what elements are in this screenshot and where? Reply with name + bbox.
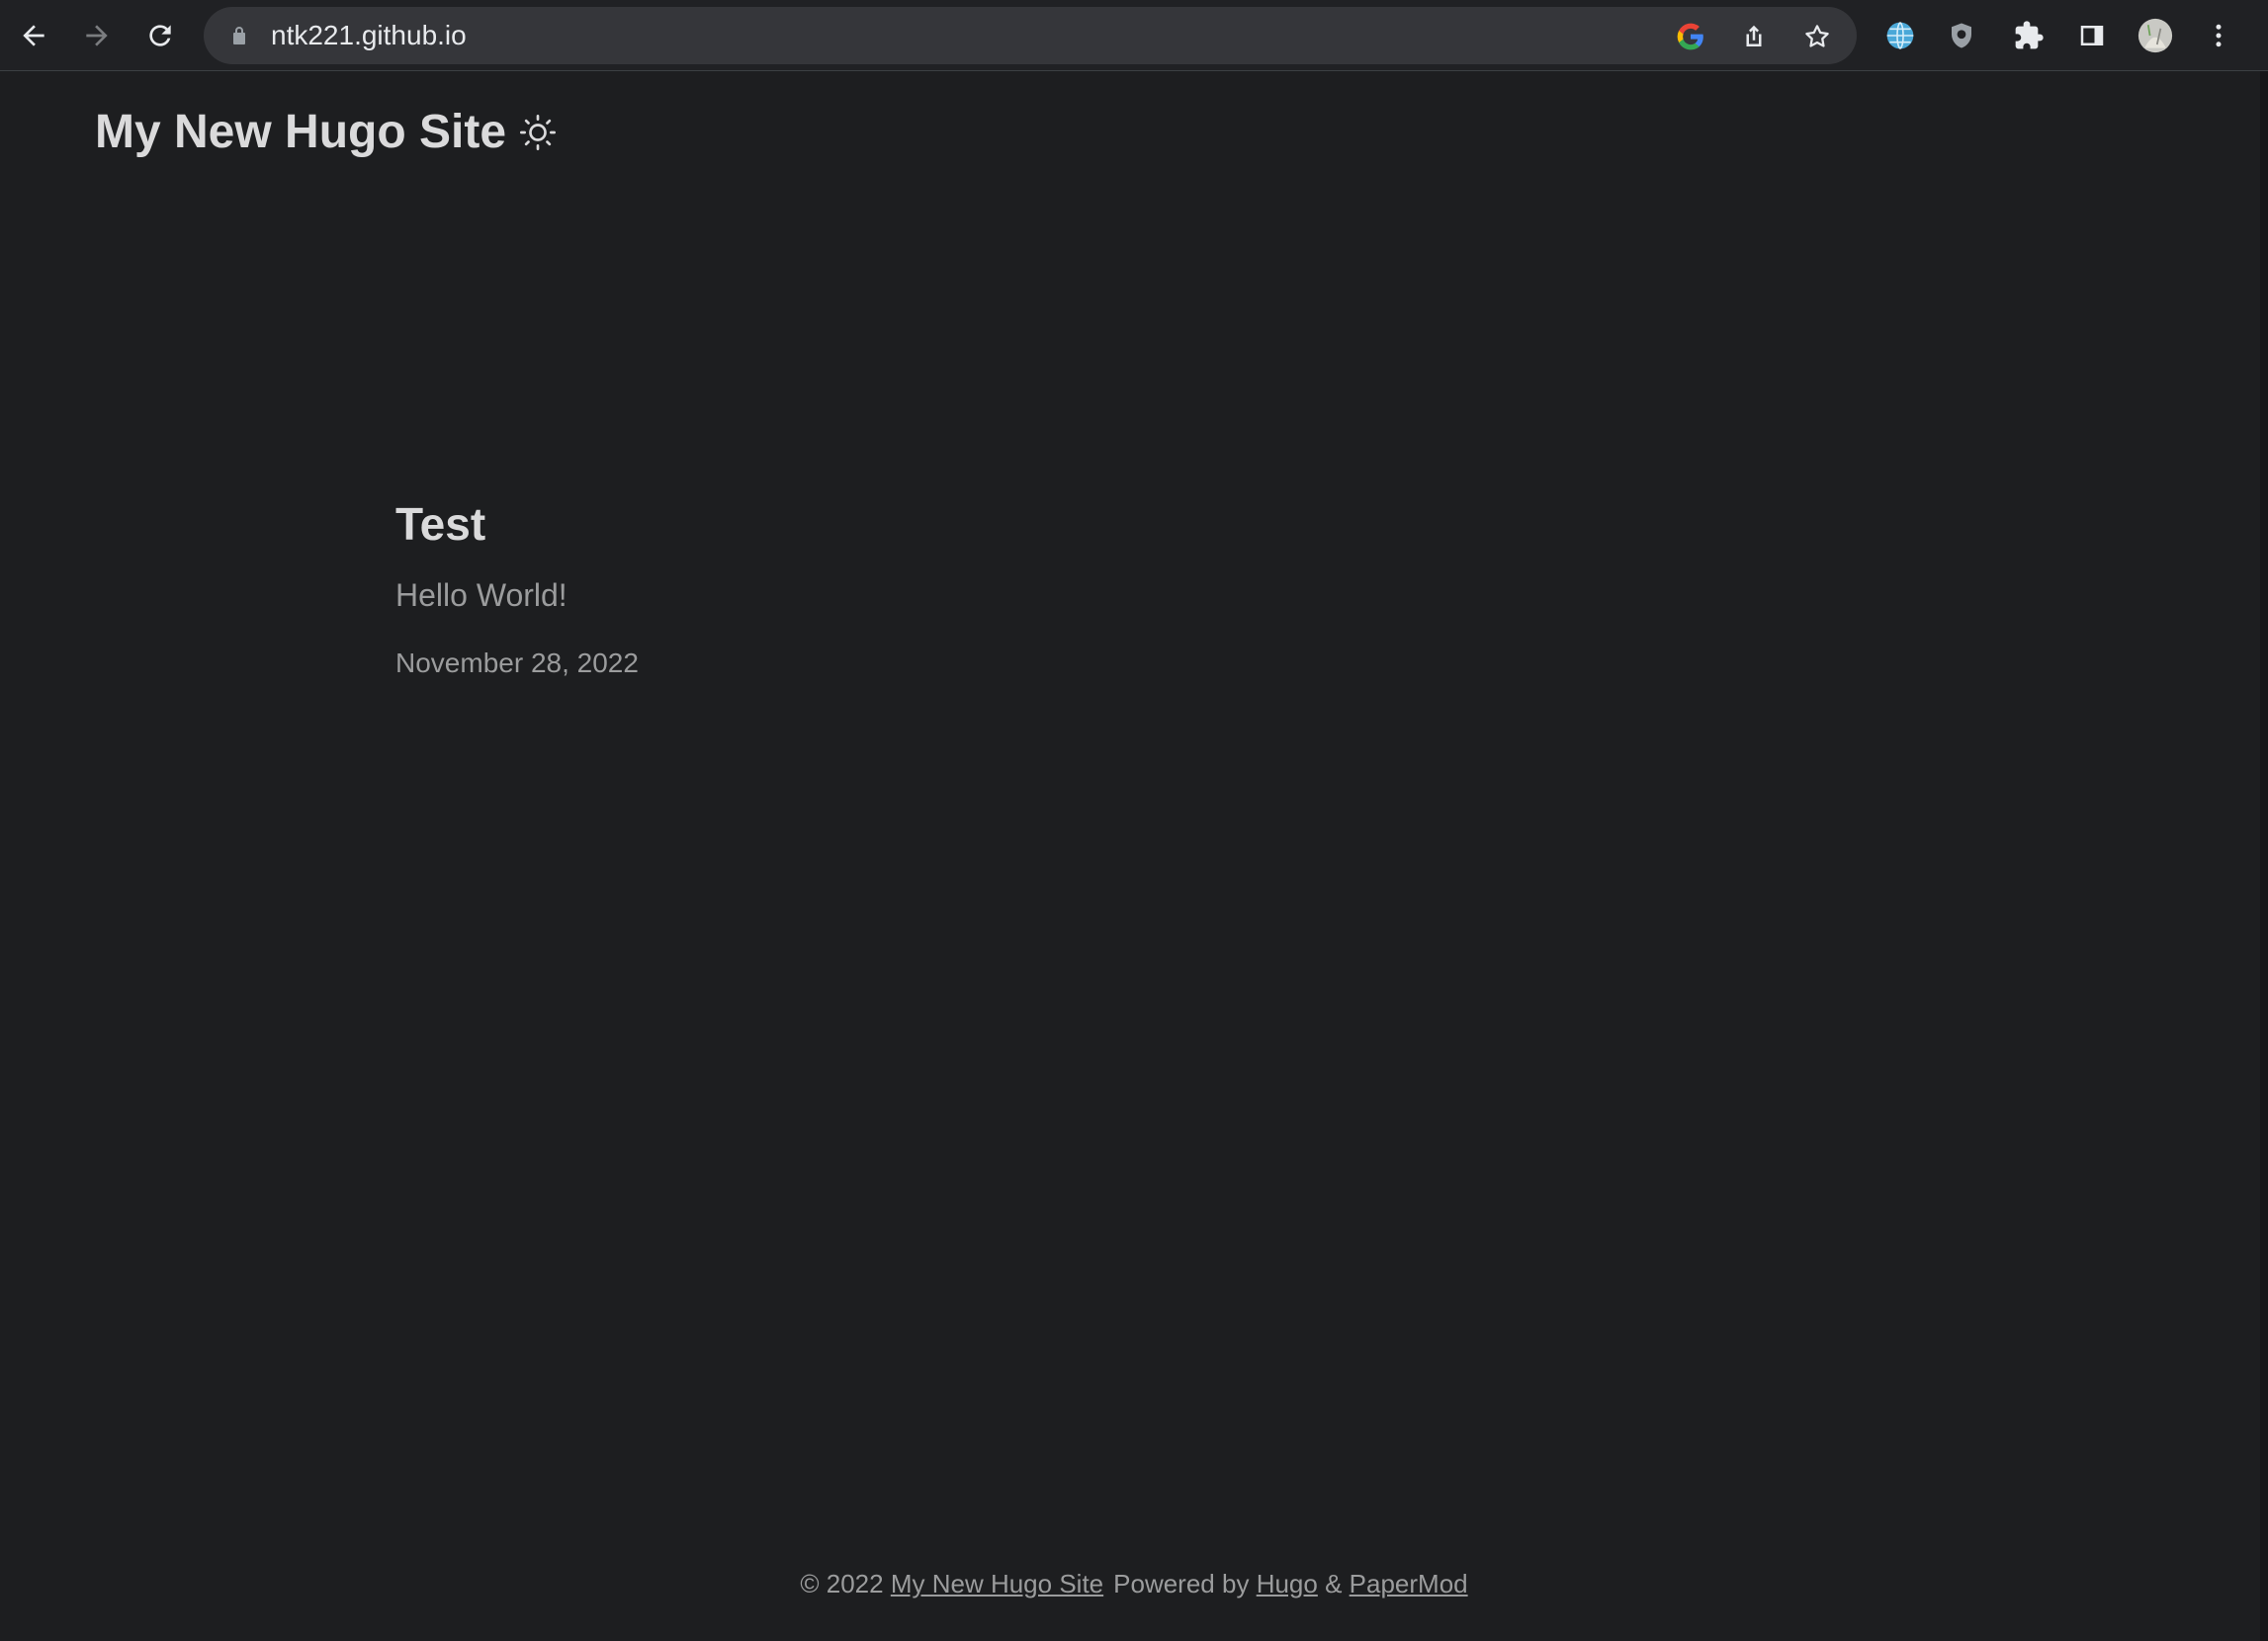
powered-by-text: Powered by (1113, 1569, 1250, 1598)
browser-toolbar: ntk221.github.io (0, 0, 2268, 71)
reload-icon (149, 25, 171, 46)
forward-arrow-icon (86, 25, 108, 46)
post-title: Test (395, 498, 486, 550)
post-date: November 28, 2022 (395, 648, 639, 678)
copyright-text: © 2022 (800, 1569, 884, 1598)
side-panel-icon (2080, 26, 2104, 45)
reload-button[interactable] (138, 14, 182, 57)
share-button[interactable] (1738, 21, 1770, 52)
forward-button[interactable] (75, 14, 119, 57)
ampersand-text: & (1325, 1569, 1343, 1598)
bookmark-button[interactable] (1801, 21, 1833, 52)
hugo-link[interactable]: Hugo (1257, 1569, 1318, 1598)
google-icon (1677, 23, 1703, 50)
profile-avatar (2137, 18, 2173, 53)
globe-extension-icon (1886, 22, 1914, 49)
browser-menu-button[interactable] (2201, 18, 2236, 53)
papermod-link[interactable]: PaperMod (1350, 1569, 1468, 1598)
share-icon (1746, 25, 1762, 46)
back-button[interactable] (12, 14, 55, 57)
shield-extension-button[interactable] (1944, 18, 1979, 53)
google-lens-button[interactable] (1675, 21, 1706, 52)
scrollbar-track[interactable] (2260, 71, 2268, 1641)
lock-icon (233, 27, 245, 44)
puzzle-extensions-icon (2015, 21, 2044, 49)
side-panel-button[interactable] (2074, 18, 2110, 53)
theme-toggle-button[interactable] (518, 113, 558, 152)
back-arrow-icon (23, 25, 44, 46)
shield-extension-icon (1952, 23, 1971, 48)
post-summary: Hello World! (395, 577, 567, 613)
profile-button[interactable] (2137, 18, 2173, 53)
globe-extension-button[interactable] (1882, 18, 1918, 53)
footer-site-link[interactable]: My New Hugo Site (891, 1569, 1103, 1598)
page-content: My New Hugo Site Test Hello World! Novem… (0, 71, 2268, 1641)
site-title-link[interactable]: My New Hugo Site (95, 105, 506, 159)
star-icon (1805, 25, 1829, 47)
kebab-menu-icon (2216, 24, 2222, 47)
post-entry[interactable]: Test Hello World! November 28, 2022 (395, 496, 1681, 680)
sun-icon (520, 115, 556, 151)
address-bar[interactable]: ntk221.github.io (204, 7, 1857, 64)
site-footer: © 2022 My New Hugo Site Powered by Hugo &… (0, 1569, 2268, 1599)
url-text: ntk221.github.io (271, 20, 467, 50)
extensions-button[interactable] (2011, 18, 2047, 53)
